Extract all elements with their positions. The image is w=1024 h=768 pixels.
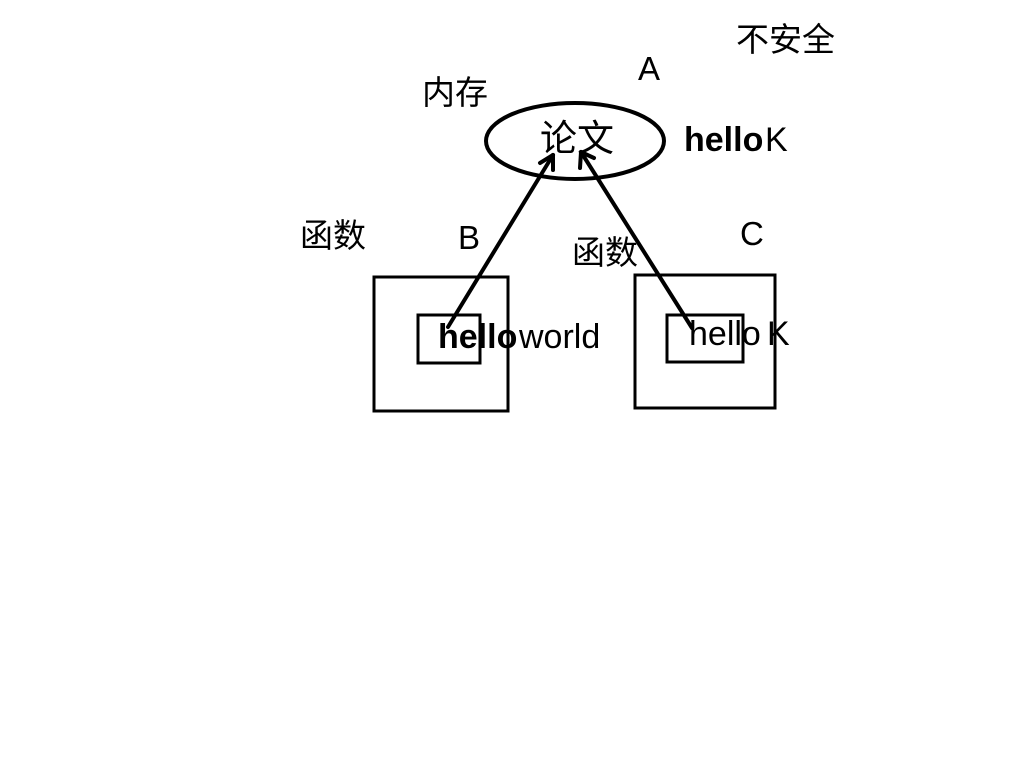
memory-label: 内存 [422, 73, 488, 112]
hello-label-a: hello [684, 121, 764, 159]
hello-label-c: hello [689, 315, 761, 353]
paper-label: 论文 [540, 117, 614, 160]
node-b-label: B [458, 219, 481, 256]
world-label-b: world [519, 318, 601, 356]
hello-label-b: hello [438, 318, 518, 356]
k-label-a: K [765, 121, 788, 159]
function-label-mid: 函数 [572, 233, 638, 272]
function-label-left: 函数 [300, 216, 366, 255]
k-label-c: K [767, 315, 790, 353]
diagram-canvas [0, 0, 1024, 768]
node-c-label: C [740, 215, 764, 252]
node-a-label: A [638, 50, 661, 87]
insecure-label: 不安全 [736, 20, 835, 59]
